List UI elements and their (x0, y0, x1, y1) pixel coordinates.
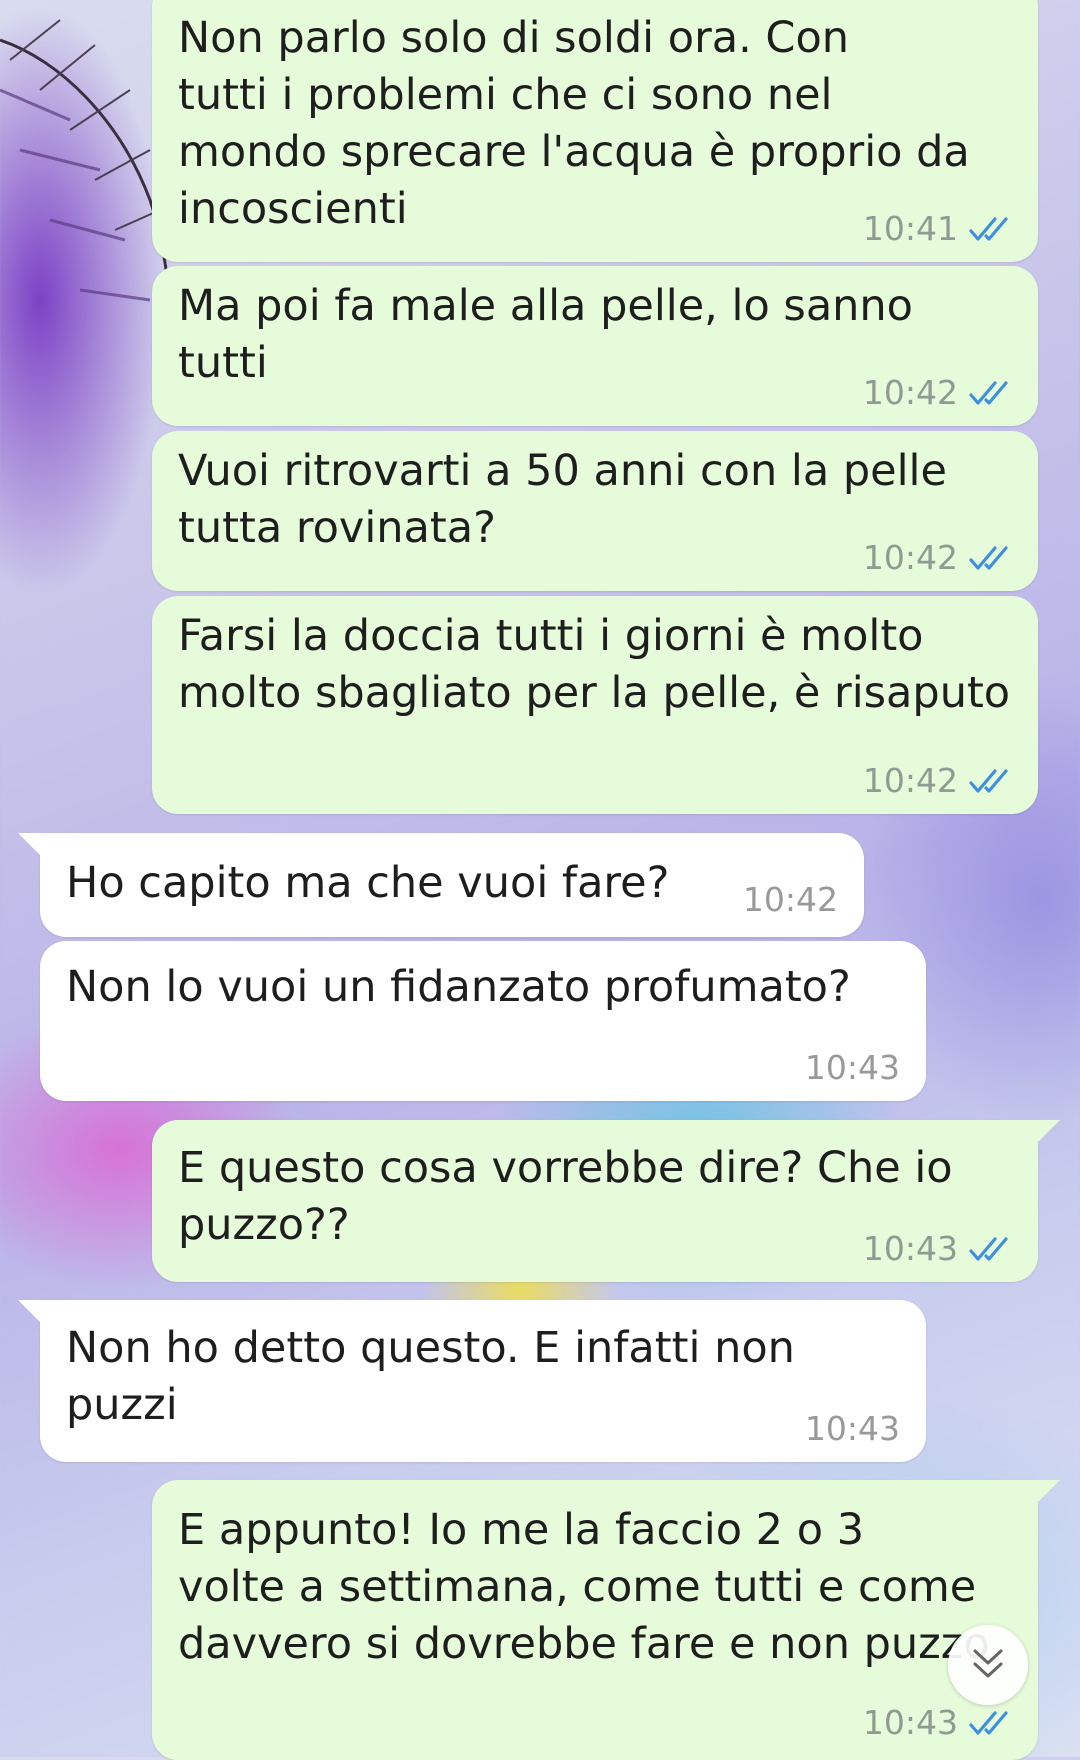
message-text: Non lo vuoi un fidanzato profumato? (66, 962, 851, 1012)
message-time: 10:43 (804, 1048, 900, 1087)
message-meta: 10:43 (805, 1048, 900, 1087)
bubble-tail (1034, 1120, 1060, 1146)
message-time: 10:43 (804, 1409, 900, 1448)
outgoing-message-bubble[interactable]: Vuoi ritrovarti a 50 anni con la pelle t… (152, 431, 1038, 591)
outgoing-message-bubble[interactable]: Non parlo solo di soldi ora. Con tutti i… (152, 0, 1038, 262)
bubble-tail (18, 1300, 44, 1326)
chevron-double-down-icon (973, 1649, 1003, 1678)
incoming-message-bubble[interactable]: Non ho detto questo. E infatti non puzzi… (18, 1300, 926, 1462)
message-time: 10:41 (862, 209, 958, 248)
outgoing-message-bubble[interactable]: E appunto! Io me la faccio 2 o 3 volte a… (152, 1480, 1060, 1760)
double-check-icon (969, 545, 1008, 570)
message-meta: 10:42 (863, 761, 1016, 800)
double-check-icon (969, 1236, 1008, 1261)
message-text: Farsi la doccia tutti i giorni è molto m… (178, 611, 1011, 718)
message-time: 10:42 (742, 880, 838, 919)
bubble-tail (1034, 1480, 1060, 1506)
message-meta: 10:43 (863, 1229, 1016, 1268)
message-meta: 10:42 (863, 538, 1016, 577)
message-text: Non parlo solo di soldi ora. Con tutti i… (178, 13, 970, 234)
message-time: 10:43 (862, 1229, 958, 1268)
chat-message-list[interactable]: Non parlo solo di soldi ora. Con tutti i… (0, 0, 1080, 1760)
message-meta: 10:41 (863, 209, 1016, 248)
double-check-icon (969, 768, 1008, 793)
double-check-icon (969, 380, 1008, 405)
bubble-tail (18, 833, 44, 859)
message-text: Ho capito ma che vuoi fare? (66, 858, 670, 908)
message-meta: 10:43 (805, 1409, 900, 1448)
outgoing-message-bubble[interactable]: Farsi la doccia tutti i giorni è molto m… (152, 596, 1038, 814)
message-time: 10:43 (862, 1703, 958, 1742)
message-meta: 10:42 (863, 373, 1016, 412)
scroll-to-bottom-button[interactable] (948, 1625, 1028, 1705)
message-time: 10:42 (862, 761, 958, 800)
double-check-icon (969, 216, 1008, 241)
message-text: Non ho detto questo. E infatti non puzzi (66, 1323, 795, 1430)
outgoing-message-bubble[interactable]: E questo cosa vorrebbe dire? Che io puzz… (152, 1120, 1060, 1282)
message-time: 10:42 (862, 373, 958, 412)
message-meta: 10:42 (743, 880, 838, 919)
outgoing-message-bubble[interactable]: Ma poi fa male alla pelle, lo sanno tutt… (152, 266, 1038, 426)
message-time: 10:42 (862, 538, 958, 577)
incoming-message-bubble[interactable]: Ho capito ma che vuoi fare? 10:42 (18, 833, 864, 937)
message-meta: 10:43 (863, 1703, 1016, 1742)
message-text: E appunto! Io me la faccio 2 o 3 volte a… (178, 1505, 990, 1669)
incoming-message-bubble[interactable]: Non lo vuoi un fidanzato profumato? 10:4… (40, 941, 926, 1101)
double-check-icon (969, 1710, 1008, 1735)
